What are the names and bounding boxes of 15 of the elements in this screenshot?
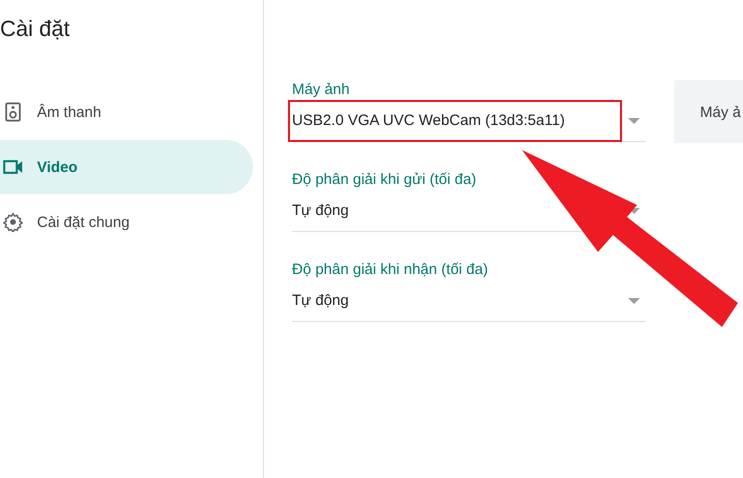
- field-label: Độ phân giải khi gửi (tối đa): [292, 170, 478, 190]
- dropdown-field[interactable]: Tự động: [292, 280, 646, 322]
- caret-icon: [628, 118, 640, 124]
- settings-icon: [3, 212, 23, 232]
- dropdown-field[interactable]: USB2.0 VGA UVC WebCam (13d3:5a11): [292, 100, 646, 142]
- sidebar-item[interactable]: Video: [0, 140, 253, 194]
- page-title: Cài đặt: [0, 15, 71, 43]
- caret-icon: [628, 298, 640, 304]
- field-label: Máy ảnh: [292, 80, 351, 100]
- field-label: Độ phân giải khi nhận (tối đa): [292, 260, 489, 280]
- video-camera-icon: [3, 157, 23, 177]
- speaker-icon: [3, 102, 23, 122]
- camera-preview-button[interactable]: Máy ả: [674, 80, 743, 143]
- sidebar-item[interactable]: Cài đặt chung: [0, 195, 253, 249]
- sidebar-item[interactable]: Âm thanh: [0, 85, 253, 139]
